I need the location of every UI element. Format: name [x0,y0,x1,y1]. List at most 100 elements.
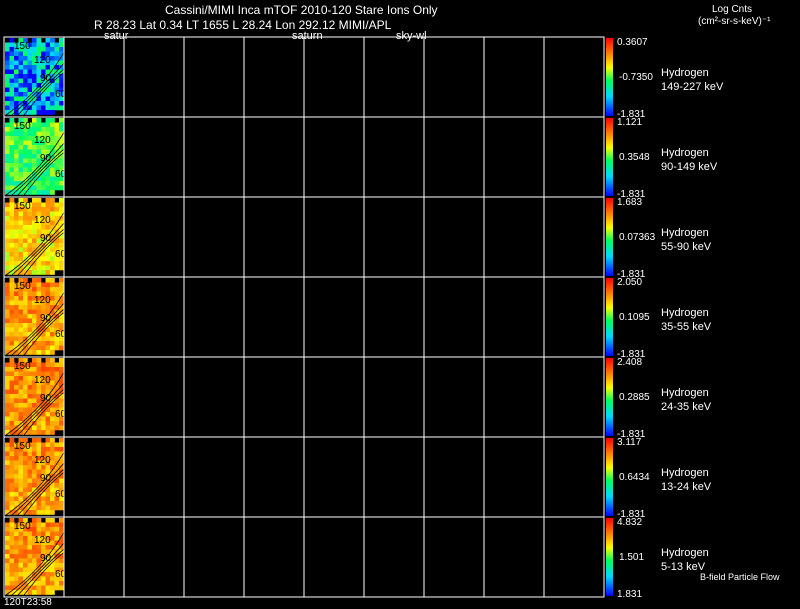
heatmap-cell [14,554,19,559]
heatmap-cell [14,456,19,461]
heatmap-cell [41,332,46,337]
heatmap-cell [27,465,33,470]
heatmap-cell [50,371,55,377]
heatmap-cell [18,545,24,550]
heatmap-cell [5,336,10,342]
heatmap-cell [5,101,10,106]
heatmap-cell [45,190,51,195]
heatmap-cell [50,421,55,426]
heatmap-cell [5,305,10,310]
grid-cell [483,516,545,598]
heatmap-cell [32,478,37,484]
heatmap-cell [50,501,55,506]
heatmap-cell [5,585,10,591]
heatmap-cell [45,518,51,523]
heatmap-cell [41,202,46,208]
heatmap-cell [32,163,37,168]
heatmap-cell [5,220,10,226]
heatmap-cell [5,456,10,461]
heatmap-cell [5,389,10,395]
heatmap-cell [14,229,19,235]
heatmap-cell [5,412,10,417]
heatmap-cell [45,207,51,212]
heatmap-cell [36,105,42,111]
heatmap-cell [50,140,55,146]
heatmap-cell [5,149,10,155]
heatmap-cell [14,216,19,221]
heatmap-cell [45,416,51,422]
heatmap-cell [14,145,19,150]
heatmap-cell [50,220,55,226]
heatmap-cell [54,501,60,506]
heatmap-cell [14,536,19,541]
heatmap-cell [18,300,24,306]
heatmap-cell [9,136,15,141]
heatmap-cell [41,367,46,372]
heatmap-cell [14,540,19,546]
heatmap-cell [54,47,60,52]
heatmap-cell [50,101,55,106]
heatmap-cell [41,505,46,511]
heatmap-cell [50,425,55,431]
heatmap-cell [9,572,15,577]
heatmap-cell [27,460,33,466]
heatmap-cell [14,341,19,346]
grid-cell [183,196,245,278]
heatmap-cell [59,323,64,328]
grid-cell [543,276,605,358]
heatmap-cell [54,367,60,372]
heatmap-cell [45,127,51,132]
heatmap-cell [41,362,46,368]
heatmap-cell [45,358,51,363]
heatmap-cell [50,447,55,452]
heatmap-cell [59,163,64,168]
heatmap-cell [5,78,10,84]
heatmap-cell [5,332,10,337]
heatmap-cell [9,65,15,70]
contour-label: 90 [40,233,52,244]
grid-cell [243,516,305,598]
heatmap-cell [14,416,19,422]
heatmap-cell [18,140,24,146]
heatmap-cell [54,442,60,448]
heatmap-cell [14,78,19,84]
heatmap-cell [9,421,15,426]
heatmap-cell [5,300,10,306]
heatmap-cell [45,336,51,342]
heatmap-cell [14,563,19,568]
heatmap-cell [23,87,28,93]
heatmap-cell [54,127,60,132]
heatmap-cell [36,341,42,346]
heatmap-cell [14,92,19,97]
grid-cell [303,516,365,598]
heatmap-cell [9,501,15,506]
heatmap-cell [50,505,55,511]
panel-6: 150120 9060 4.832 1.501 1.831 Hydrogen 5-13 ke… [3,516,709,600]
colorbar-max-label: 2.408 [617,357,642,368]
heatmap-cell [5,60,10,66]
heatmap-cell [45,350,51,355]
heatmap-cell [9,531,15,537]
heatmap-cell [36,202,42,208]
heatmap-cell [14,51,19,57]
heatmap-cell [50,185,55,191]
heatmap-cell [41,336,46,342]
heatmap-cell [9,96,15,102]
heatmap-cell [45,341,51,346]
heatmap-cell [54,216,60,221]
heatmap-cell [32,287,37,292]
heatmap-cell [23,345,28,351]
heatmap-cell [41,47,46,52]
contour-label: 90 [40,313,52,324]
heatmap-cell [5,501,10,506]
heatmap-cell [5,309,10,315]
heatmap-cell [50,60,55,66]
heatmap-cell [36,110,42,115]
contour-label: 90 [40,153,52,164]
heatmap-cell [14,496,19,502]
heatmap-cell [27,234,33,239]
heatmap-cell [50,345,55,351]
heatmap-cell [23,247,28,253]
heatmap-cell [18,309,24,315]
heatmap-cell [14,478,19,484]
